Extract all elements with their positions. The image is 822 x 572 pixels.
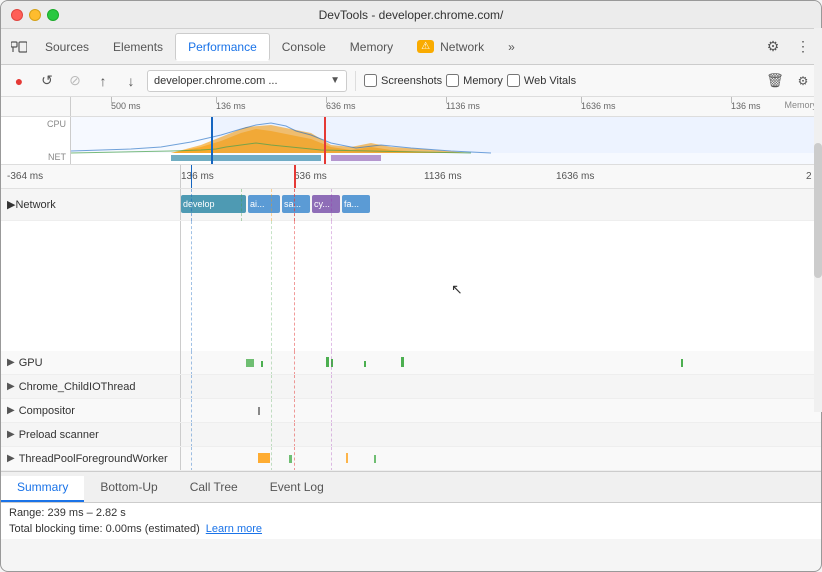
nav-tabs: Sources Elements Performance Console Mem…: [1, 29, 821, 65]
compositor-label[interactable]: ▶ Compositor: [1, 399, 181, 422]
blocking-info: Total blocking time: 0.00ms (estimated) …: [9, 523, 813, 535]
compositor-content: [181, 399, 821, 422]
timeline-ruler: 500 ms 136 ms 636 ms 1136 ms 1636 ms 136…: [1, 97, 821, 117]
memory-label-right: Memory: [784, 100, 817, 110]
status-bar: Range: 239 ms – 2.82 s Total blocking ti…: [1, 503, 821, 539]
clear-button[interactable]: ⊘: [63, 69, 87, 93]
threadpool-track: ▶ ThreadPoolForegroundWorker: [1, 447, 821, 471]
preload-track: ▶ Preload scanner: [1, 423, 821, 447]
range-info: Range: 239 ms – 2.82 s: [9, 507, 813, 519]
chrome-io-content: [181, 375, 821, 398]
main-timeline-area: ↖: [1, 221, 821, 351]
screenshots-checkbox[interactable]: Screenshots: [364, 74, 442, 87]
title-bar: DevTools - developer.chrome.com/: [1, 1, 821, 29]
network-label[interactable]: ▶ Network: [1, 189, 181, 220]
gpu-label[interactable]: ▶ GPU: [1, 351, 181, 374]
network-req-2: ai...: [248, 195, 280, 213]
time-axis-right: 136 ms 636 ms 1136 ms 1636 ms 2: [181, 165, 821, 188]
time-axis-left: -364 ms: [1, 165, 181, 188]
download-button[interactable]: ↓: [119, 69, 143, 93]
nav-actions: ⚙ ⋮: [759, 33, 817, 61]
network-req-4: cy...: [312, 195, 340, 213]
minimize-button[interactable]: [29, 9, 41, 21]
tab-event-log[interactable]: Event Log: [254, 476, 340, 502]
network-content: develop ai... sa... cy... fa...: [181, 189, 821, 221]
trash-button[interactable]: 🗑: [763, 69, 787, 93]
time-axis-row: -364 ms 136 ms 636 ms 1136 ms 1636 ms 2: [1, 165, 821, 189]
preload-label[interactable]: ▶ Preload scanner: [1, 423, 181, 446]
settings-icon[interactable]: ⚙: [759, 33, 787, 61]
more-options-icon[interactable]: ⋮: [789, 33, 817, 61]
tab-bottom-up[interactable]: Bottom-Up: [84, 476, 173, 502]
scrollbar-thumb[interactable]: [814, 143, 822, 277]
maximize-button[interactable]: [47, 9, 59, 21]
window-title: DevTools - developer.chrome.com/: [319, 8, 504, 22]
toolbar-settings-button[interactable]: ⚙: [791, 69, 815, 93]
back-forward-icon[interactable]: [5, 33, 33, 61]
tab-sources[interactable]: Sources: [33, 33, 101, 61]
learn-more-link[interactable]: Learn more: [206, 523, 262, 535]
traffic-lights: [11, 9, 59, 21]
threadpool-content: [181, 447, 821, 470]
upload-button[interactable]: ↑: [91, 69, 115, 93]
toolbar: ● ↺ ⊘ ↑ ↓ developer.chrome.com ... ▼ Scr…: [1, 65, 821, 97]
tab-console[interactable]: Console: [270, 33, 338, 61]
gpu-track: ▶ GPU: [1, 351, 821, 375]
overview-section: CPU NET: [1, 117, 821, 165]
scrollbar-track[interactable]: [814, 28, 822, 412]
preload-content: [181, 423, 821, 446]
network-track: ▶ Network develop ai... sa... cy... fa..…: [1, 189, 821, 221]
network-req-3: sa...: [282, 195, 310, 213]
refresh-button[interactable]: ↺: [35, 69, 59, 93]
tab-network[interactable]: ⚠ Network: [405, 33, 496, 61]
threadpool-label[interactable]: ▶ ThreadPoolForegroundWorker: [1, 447, 181, 470]
chrome-io-track: ▶ Chrome_ChildIOThread: [1, 375, 821, 399]
cursor-icon: ↖: [451, 281, 463, 298]
tab-memory[interactable]: Memory: [338, 33, 405, 61]
cpu-label: CPU: [5, 119, 66, 129]
chrome-io-label[interactable]: ▶ Chrome_ChildIOThread: [1, 375, 181, 398]
tab-more[interactable]: »: [496, 33, 527, 61]
network-warning-badge: ⚠: [417, 40, 434, 53]
network-req-5: fa...: [342, 195, 370, 213]
web-vitals-checkbox[interactable]: Web Vitals: [507, 74, 576, 87]
tab-summary[interactable]: Summary: [1, 476, 84, 502]
url-bar: developer.chrome.com ... ▼: [147, 70, 347, 92]
bottom-tabs: Summary Bottom-Up Call Tree Event Log: [1, 471, 821, 503]
close-button[interactable]: [11, 9, 23, 21]
tab-elements[interactable]: Elements: [101, 33, 175, 61]
gpu-content: [181, 351, 821, 374]
net-label: NET: [5, 152, 66, 162]
tab-performance[interactable]: Performance: [175, 33, 270, 61]
tab-call-tree[interactable]: Call Tree: [174, 476, 254, 502]
memory-checkbox[interactable]: Memory: [446, 74, 503, 87]
record-button[interactable]: ●: [7, 69, 31, 93]
compositor-track: ▶ Compositor: [1, 399, 821, 423]
